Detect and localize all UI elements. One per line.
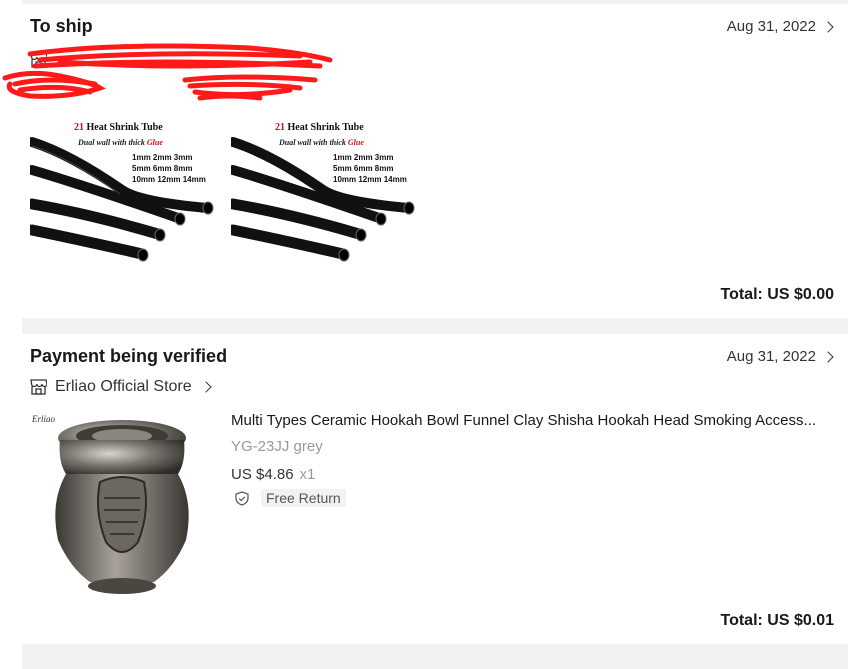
- free-return-badge: Free Return: [261, 489, 346, 507]
- store-name: Erliao Official Store: [55, 378, 192, 395]
- product-price-row: US $4.86 x1: [231, 466, 315, 483]
- product-thumbnail-heat-shrink-2[interactable]: 21 Heat Shrink Tube Dual wall with thick…: [231, 114, 421, 274]
- thumbnail-title: 21 Heat Shrink Tube: [74, 122, 163, 133]
- service-badges: Free Return: [231, 489, 346, 507]
- thumbnail-sizes: 1mm 2mm 3mm 5mm 6mm 8mm 10mm 12mm 14mm: [333, 153, 407, 184]
- order-status: To ship: [30, 16, 93, 36]
- thumbnail-subtitle: Dual wall with thick Glue: [279, 138, 364, 147]
- order-date: Aug 31, 2022: [726, 18, 816, 35]
- separator-middle: [22, 318, 848, 334]
- thumbnail-subtitle: Dual wall with thick Glue: [78, 138, 163, 147]
- order-total: Total: US $0.00: [720, 286, 834, 303]
- chevron-right-icon: [822, 350, 834, 363]
- order-date-link[interactable]: Aug 31, 2022: [726, 348, 834, 365]
- product-thumbnail-heat-shrink-1[interactable]: 21 Heat Shrink Tube Dual wall with thick…: [30, 114, 220, 274]
- order-total: Total: US $0.01: [720, 612, 834, 629]
- product-variant: YG-23JJ grey: [231, 438, 323, 455]
- thumbnail-title: 21 Heat Shrink Tube: [275, 122, 364, 133]
- separator-bottom: [22, 644, 848, 669]
- order-card-to-ship: To ship Aug 31, 2022 21 Heat Shrink Tube…: [2, 4, 848, 318]
- order-status: Payment being verified: [30, 346, 228, 366]
- order-date: Aug 31, 2022: [726, 348, 816, 365]
- store-link[interactable]: Erliao Official Store: [30, 378, 212, 396]
- shield-check-icon: [231, 489, 253, 507]
- order-date-link[interactable]: Aug 31, 2022: [726, 18, 834, 35]
- chevron-right-icon: [822, 20, 834, 33]
- product-title-link[interactable]: Multi Types Ceramic Hookah Bowl Funnel C…: [231, 412, 831, 429]
- thumbnail-sizes: 1mm 2mm 3mm 5mm 6mm 8mm 10mm 12mm 14mm: [132, 153, 206, 184]
- store-icon: [30, 379, 47, 395]
- redaction-scribble: [2, 43, 333, 101]
- chevron-right-icon: [199, 381, 212, 393]
- product-image-hookah-bowl[interactable]: [30, 412, 210, 596]
- order-card-payment-verifying: Payment being verified Aug 31, 2022 Erli…: [22, 334, 848, 644]
- product-price: US $4.86: [231, 466, 294, 483]
- product-quantity: x1: [299, 466, 316, 483]
- brand-watermark: Erliao: [32, 414, 56, 424]
